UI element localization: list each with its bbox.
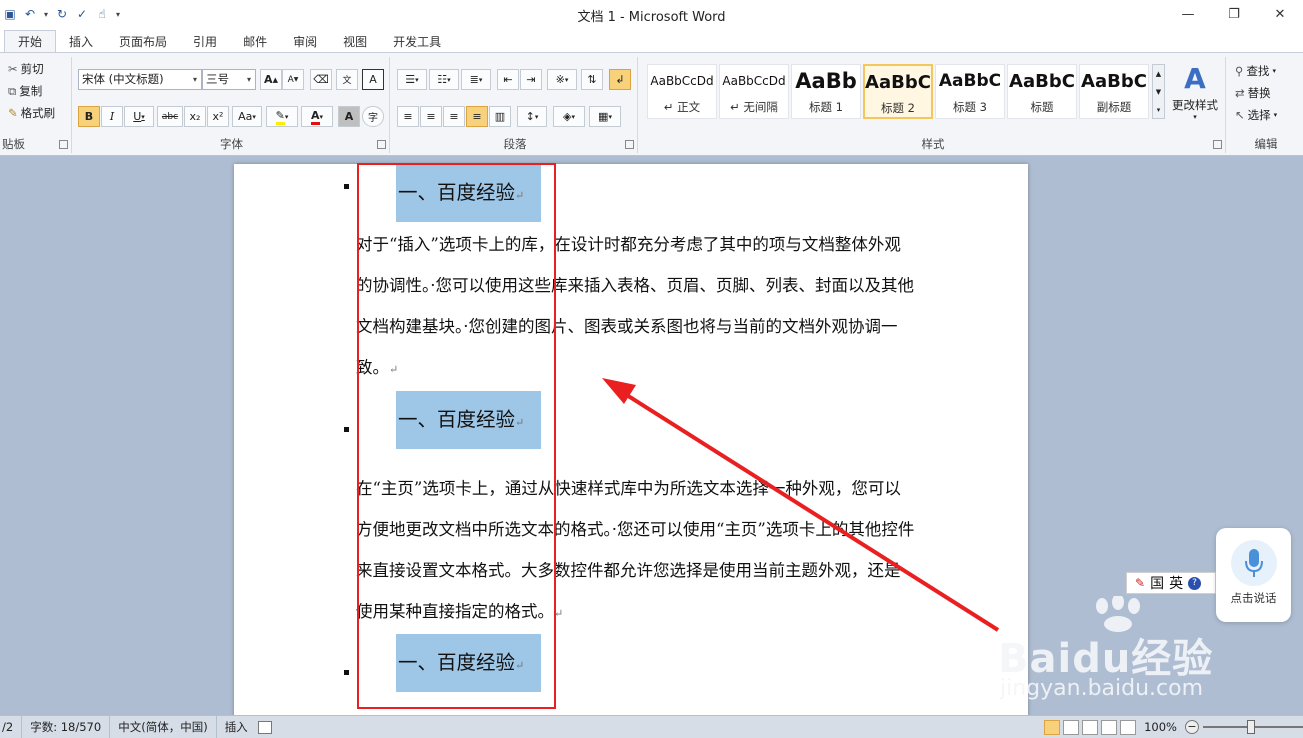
ime-mode-english[interactable]: 英 — [1169, 573, 1183, 593]
reading-view-icon[interactable] — [1063, 719, 1080, 735]
outline-view-icon[interactable] — [1101, 719, 1118, 735]
status-bar: /2 字数: 18/570 中文(简体，中国) 插入 100% − — [0, 715, 1303, 738]
watermark-url: jingyan.baidu.com — [1000, 676, 1204, 701]
language-indicator[interactable]: 中文(简体，中国) — [110, 715, 217, 738]
zoom-out-icon[interactable]: − — [1185, 720, 1199, 734]
ime-toolbar[interactable]: ✎ 国 英 ? — [1126, 572, 1216, 594]
word-count[interactable]: 字数: 18/570 — [22, 715, 111, 738]
print-layout-view-icon[interactable] — [1044, 719, 1061, 735]
baidu-watermark: Baidu经验 jingyan.baidu.com — [998, 596, 1238, 716]
zoom-level[interactable]: 100% — [1144, 720, 1177, 734]
microphone-icon — [1230, 540, 1277, 586]
insert-mode[interactable]: 插入 — [217, 716, 256, 738]
draft-view-icon[interactable] — [1120, 719, 1137, 735]
zoom-slider[interactable] — [1203, 720, 1303, 734]
help-icon[interactable]: ? — [1188, 576, 1202, 590]
page-count[interactable]: /2 — [0, 715, 23, 738]
web-view-icon[interactable] — [1082, 719, 1099, 735]
macro-record-icon[interactable] — [257, 720, 272, 734]
zoom-slider-thumb[interactable] — [1247, 720, 1255, 734]
view-buttons — [1044, 719, 1137, 735]
ime-logo-icon: ✎ — [1135, 576, 1146, 590]
ime-mode-chinese[interactable]: 国 — [1150, 573, 1164, 593]
